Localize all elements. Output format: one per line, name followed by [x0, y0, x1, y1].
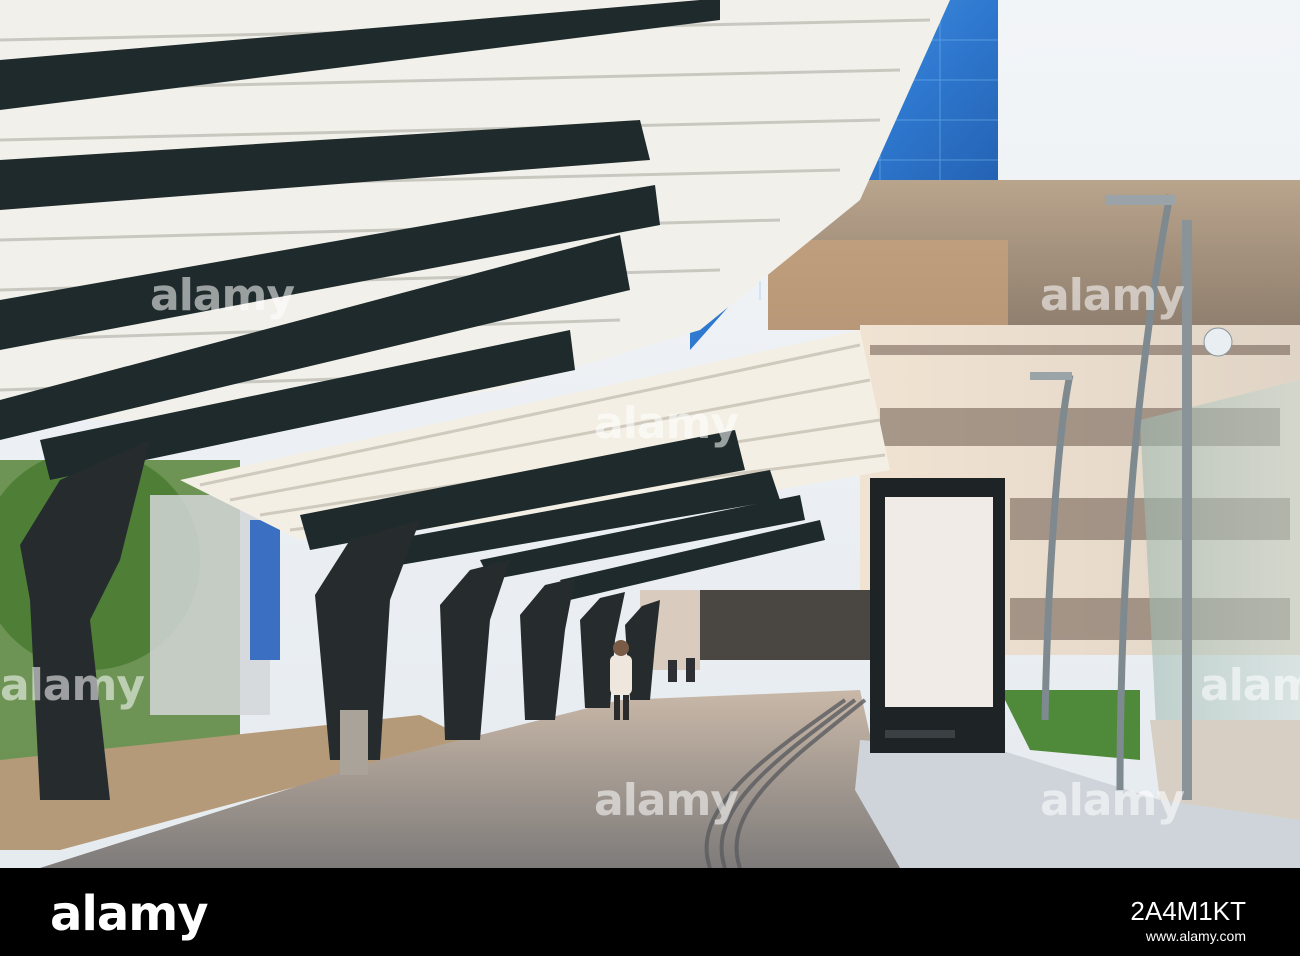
crane — [250, 520, 280, 660]
trash-bin — [340, 710, 368, 775]
footer-url: www.alamy.com — [1145, 928, 1246, 944]
image-id: 2A4M1KT — [1130, 896, 1246, 926]
blank-billboard — [885, 497, 993, 707]
footer-strip: alamy 2A4M1KT www.alamy.com — [0, 868, 1300, 956]
camera-pole — [1182, 220, 1192, 800]
security-camera — [1203, 327, 1233, 357]
street-photo — [0, 0, 1300, 868]
alamy-logo: alamy — [50, 886, 209, 942]
underpass — [690, 590, 870, 660]
photo-stage: alamy alamy alamy alamy alamy alamy alam… — [0, 0, 1300, 956]
